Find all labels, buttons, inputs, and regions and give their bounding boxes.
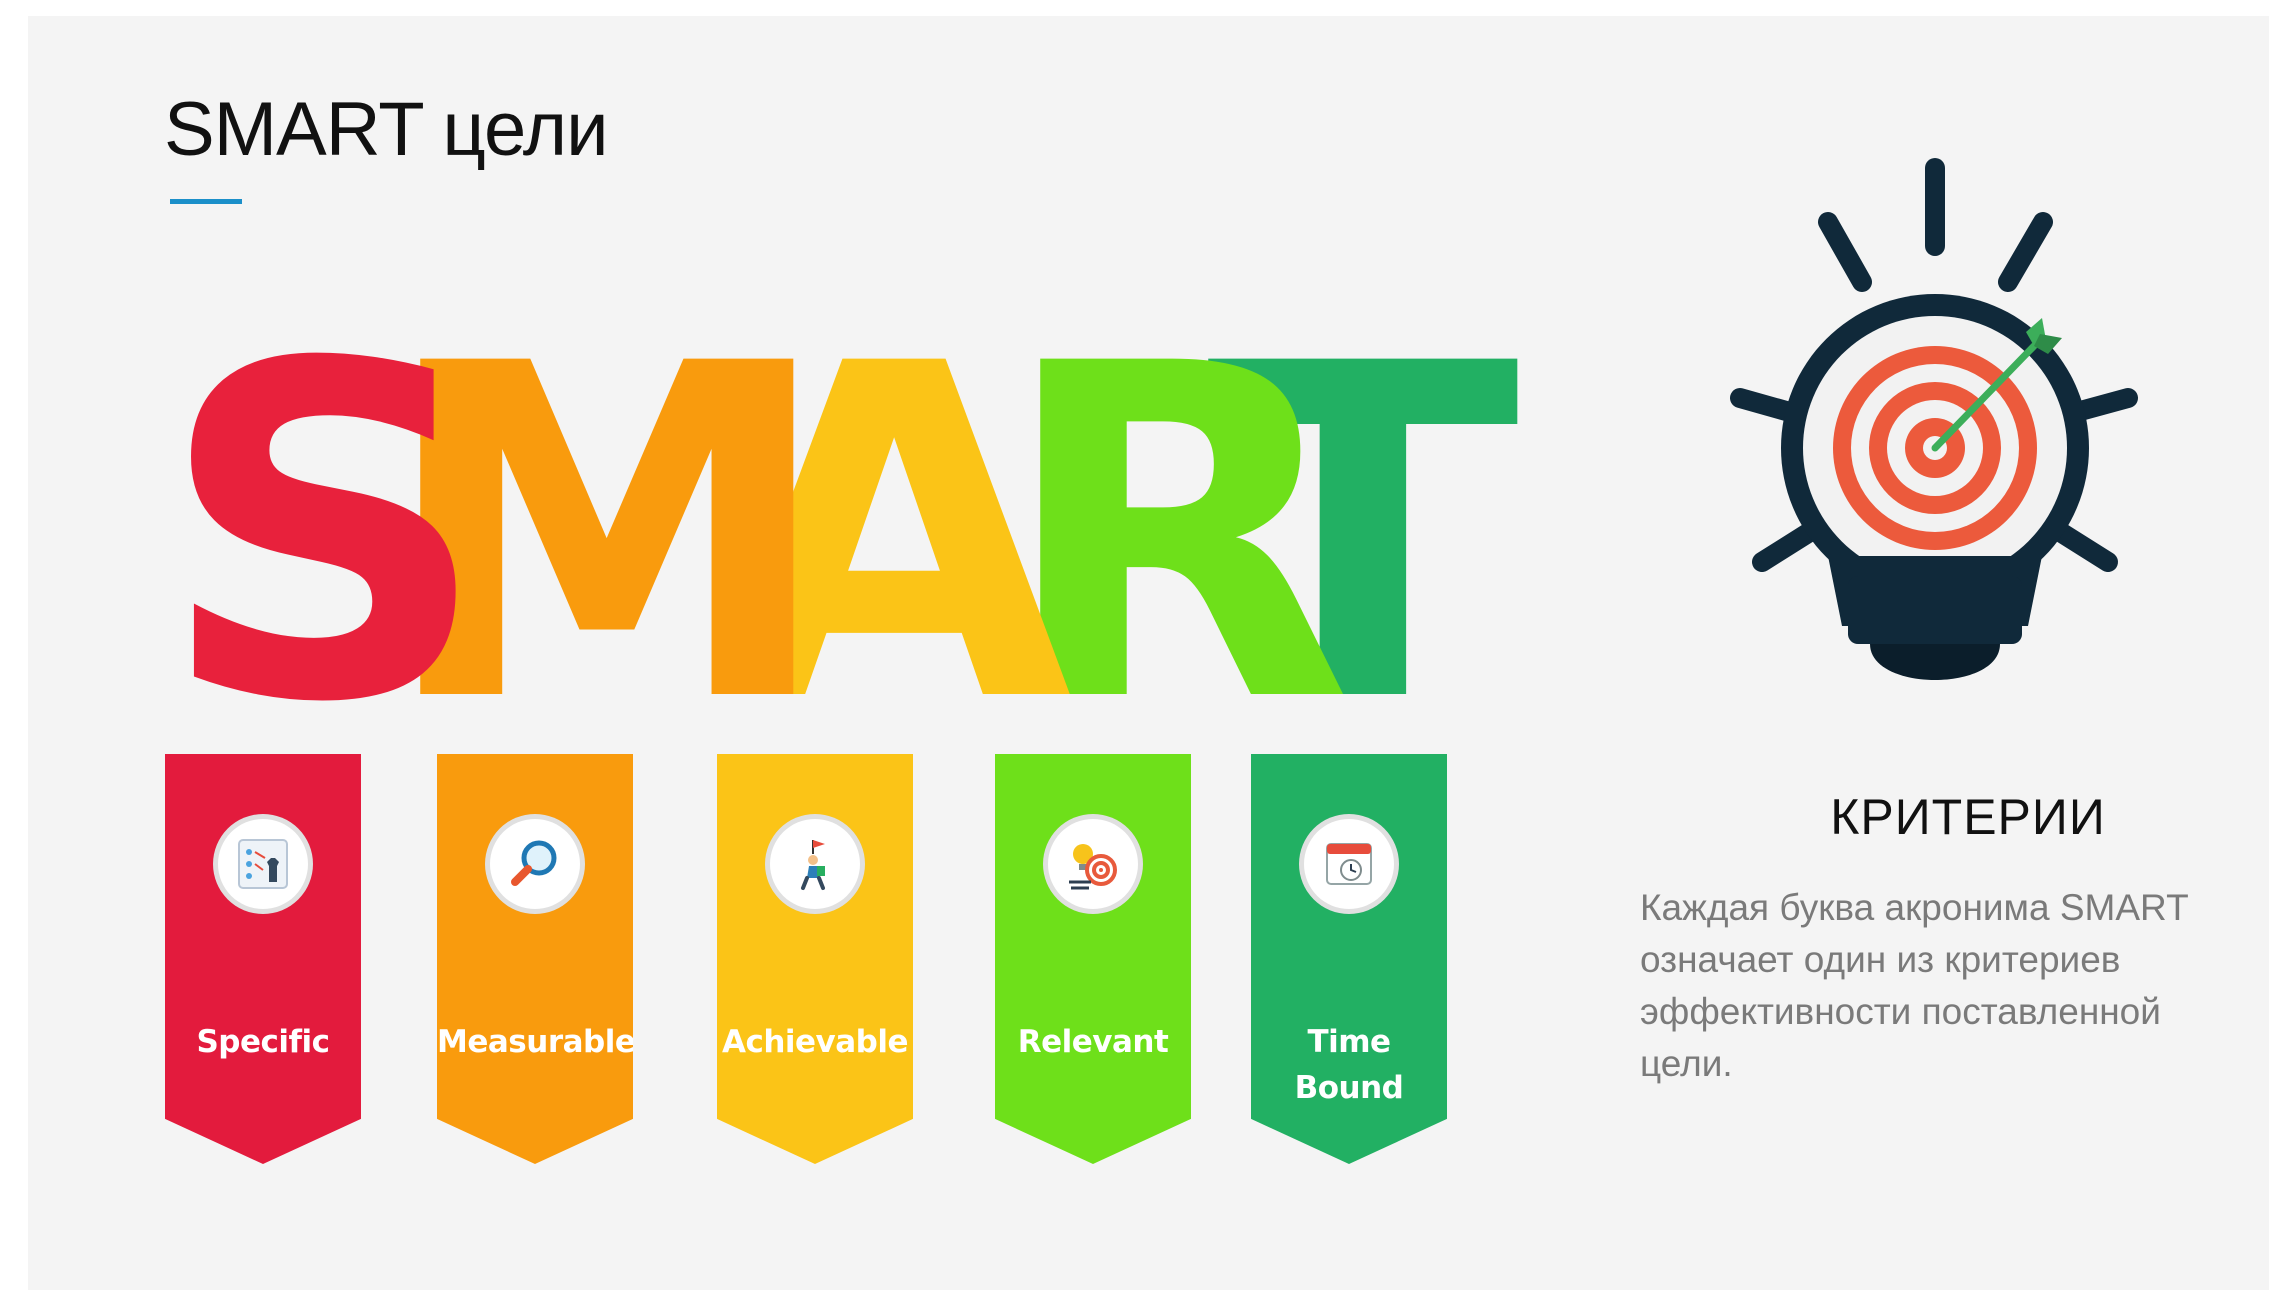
climber-flag-icon bbox=[765, 814, 865, 914]
slide: SMART цели T R A M S Specific Measurable… bbox=[28, 16, 2269, 1290]
ribbon-label-relevant: Relevant bbox=[1017, 1024, 1169, 1060]
ribbon-label-time: Time bbox=[1307, 1024, 1391, 1060]
strategy-board-icon bbox=[213, 814, 313, 914]
calendar-clock-icon bbox=[1299, 814, 1399, 914]
ribbon-time-bound: Time Bound bbox=[1251, 754, 1447, 1164]
ribbon-label-specific: Specific bbox=[196, 1024, 330, 1060]
lightbulb-target-icon bbox=[1043, 814, 1143, 914]
smart-word: T R A M S bbox=[28, 16, 1528, 766]
ribbon-achievable: Achievable bbox=[717, 754, 913, 1164]
ribbon-label-time-bound: Time Bound bbox=[1251, 1019, 1447, 1111]
ribbon-label-bound: Bound bbox=[1294, 1070, 1404, 1106]
ribbon-relevant: Relevant bbox=[995, 754, 1191, 1164]
criteria-heading: КРИТЕРИИ bbox=[1830, 789, 2106, 845]
lightbulb-target-icon bbox=[1608, 136, 2228, 756]
smart-letter-s: S bbox=[158, 268, 489, 803]
ribbon-measurable: Measurable bbox=[437, 754, 633, 1164]
ribbon-label-measurable: Measurable bbox=[437, 1024, 636, 1060]
ribbon-label-achievable: Achievable bbox=[721, 1024, 909, 1060]
ribbon-specific: Specific bbox=[165, 754, 361, 1164]
criteria-description: Каждая буква акронима SMART означает оди… bbox=[1640, 887, 2189, 1084]
magnifier-icon bbox=[485, 814, 585, 914]
